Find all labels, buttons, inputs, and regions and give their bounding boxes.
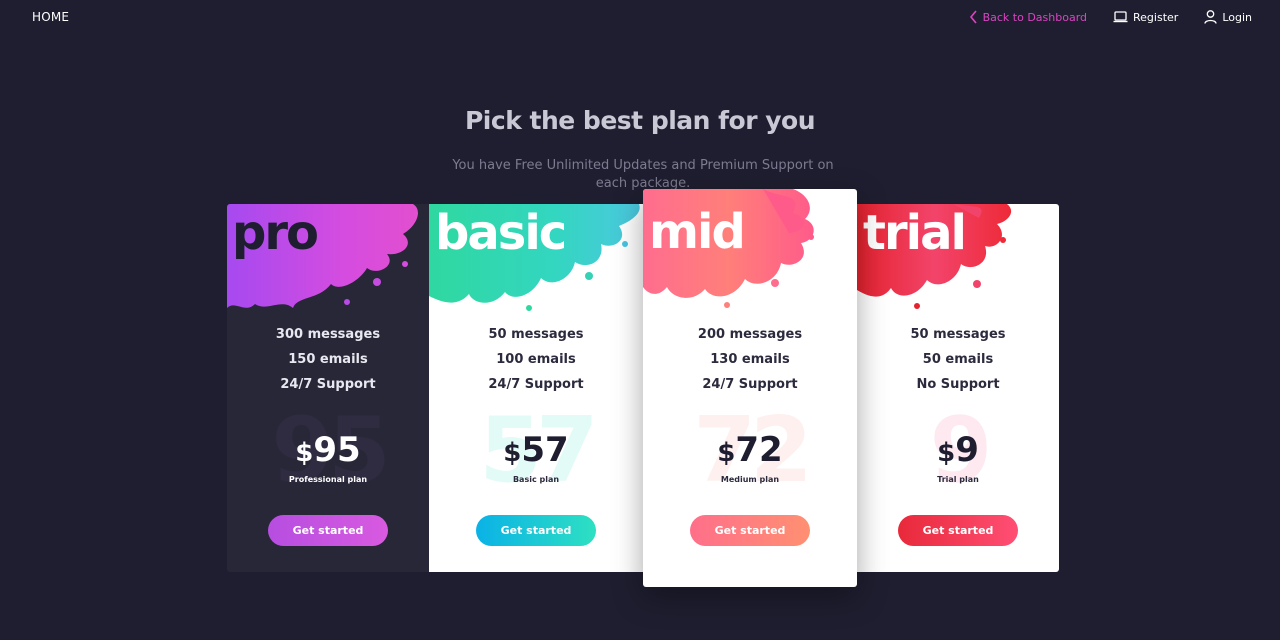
price-amount: 72	[735, 430, 783, 470]
get-started-button-mid[interactable]: Get started	[690, 515, 810, 546]
back-to-dashboard-link[interactable]: Back to Dashboard	[969, 10, 1087, 24]
get-started-button-basic[interactable]: Get started	[476, 515, 596, 546]
plan-name: trial	[863, 205, 967, 261]
price: $57	[429, 430, 643, 473]
feature-list: 200 messages 130 emails 24/7 Support	[643, 322, 857, 397]
price: $95	[227, 430, 429, 473]
feature-item: 130 emails	[710, 352, 790, 367]
login-link[interactable]: Login	[1204, 10, 1252, 24]
register-link[interactable]: Register	[1113, 11, 1178, 24]
price-amount: 57	[521, 430, 569, 470]
price-block: 72 $72 Medium plan	[643, 406, 857, 496]
plan-card-mid: mid 200 messages 130 emails 24/7 Support…	[643, 189, 857, 587]
top-nav: Back to Dashboard Register Login	[969, 10, 1252, 24]
currency-symbol: $	[503, 438, 522, 468]
plan-card-basic: basic 50 messages 100 emails 24/7 Suppor…	[429, 204, 643, 572]
price: $9	[857, 430, 1059, 473]
plan-caption: Medium plan	[720, 475, 780, 484]
feature-item: 24/7 Support	[702, 377, 798, 392]
feature-item: 100 emails	[496, 352, 576, 367]
laptop-icon	[1113, 11, 1128, 23]
feature-item: 24/7 Support	[488, 377, 584, 392]
feature-item: 150 emails	[288, 352, 368, 367]
plan-card-pro: pro 300 messages 150 emails 24/7 Support…	[227, 204, 429, 572]
page-subtitle: You have Free Unlimited Updates and Prem…	[452, 158, 834, 191]
chevron-left-icon	[969, 10, 978, 24]
price-block: 95 $95 Professional plan	[227, 406, 429, 496]
feature-item: 50 emails	[922, 352, 994, 367]
price-block: 57 $57 Basic plan	[429, 406, 643, 496]
user-icon	[1204, 10, 1217, 24]
plan-caption: Trial plan	[937, 475, 979, 484]
feature-item: 50 messages	[910, 327, 1006, 342]
plan-caption: Basic plan	[512, 475, 560, 484]
feature-item: 300 messages	[275, 327, 381, 342]
price: $72	[643, 430, 857, 473]
price-amount: 9	[955, 430, 979, 470]
nav-home-link[interactable]: HOME	[32, 10, 69, 24]
plan-name: basic	[435, 205, 567, 261]
currency-symbol: $	[295, 438, 314, 468]
price-amount: 95	[313, 430, 361, 470]
register-label: Register	[1133, 10, 1179, 24]
feature-item: 200 messages	[697, 327, 803, 342]
page-title: Pick the best plan for you	[464, 106, 816, 135]
login-label: Login	[1222, 10, 1252, 24]
plan-name: mid	[649, 204, 746, 260]
currency-symbol: $	[717, 438, 736, 468]
feature-list: 300 messages 150 emails 24/7 Support	[227, 322, 429, 397]
feature-list: 50 messages 50 emails No Support	[857, 322, 1059, 397]
get-started-button-pro[interactable]: Get started	[268, 515, 388, 546]
feature-item: 24/7 Support	[280, 377, 376, 392]
plan-caption: Professional plan	[288, 475, 368, 484]
feature-list: 50 messages 100 emails 24/7 Support	[429, 322, 643, 397]
currency-symbol: $	[937, 438, 956, 468]
feature-item: 50 messages	[488, 327, 584, 342]
price-block: 9 $9 Trial plan	[857, 406, 1059, 496]
plan-name: pro	[232, 205, 319, 261]
feature-item: No Support	[916, 377, 1000, 392]
back-to-dashboard-label: Back to Dashboard	[982, 10, 1088, 24]
plan-card-trial: trial 50 messages 50 emails No Support 9…	[857, 204, 1059, 572]
get-started-button-trial[interactable]: Get started	[898, 515, 1018, 546]
